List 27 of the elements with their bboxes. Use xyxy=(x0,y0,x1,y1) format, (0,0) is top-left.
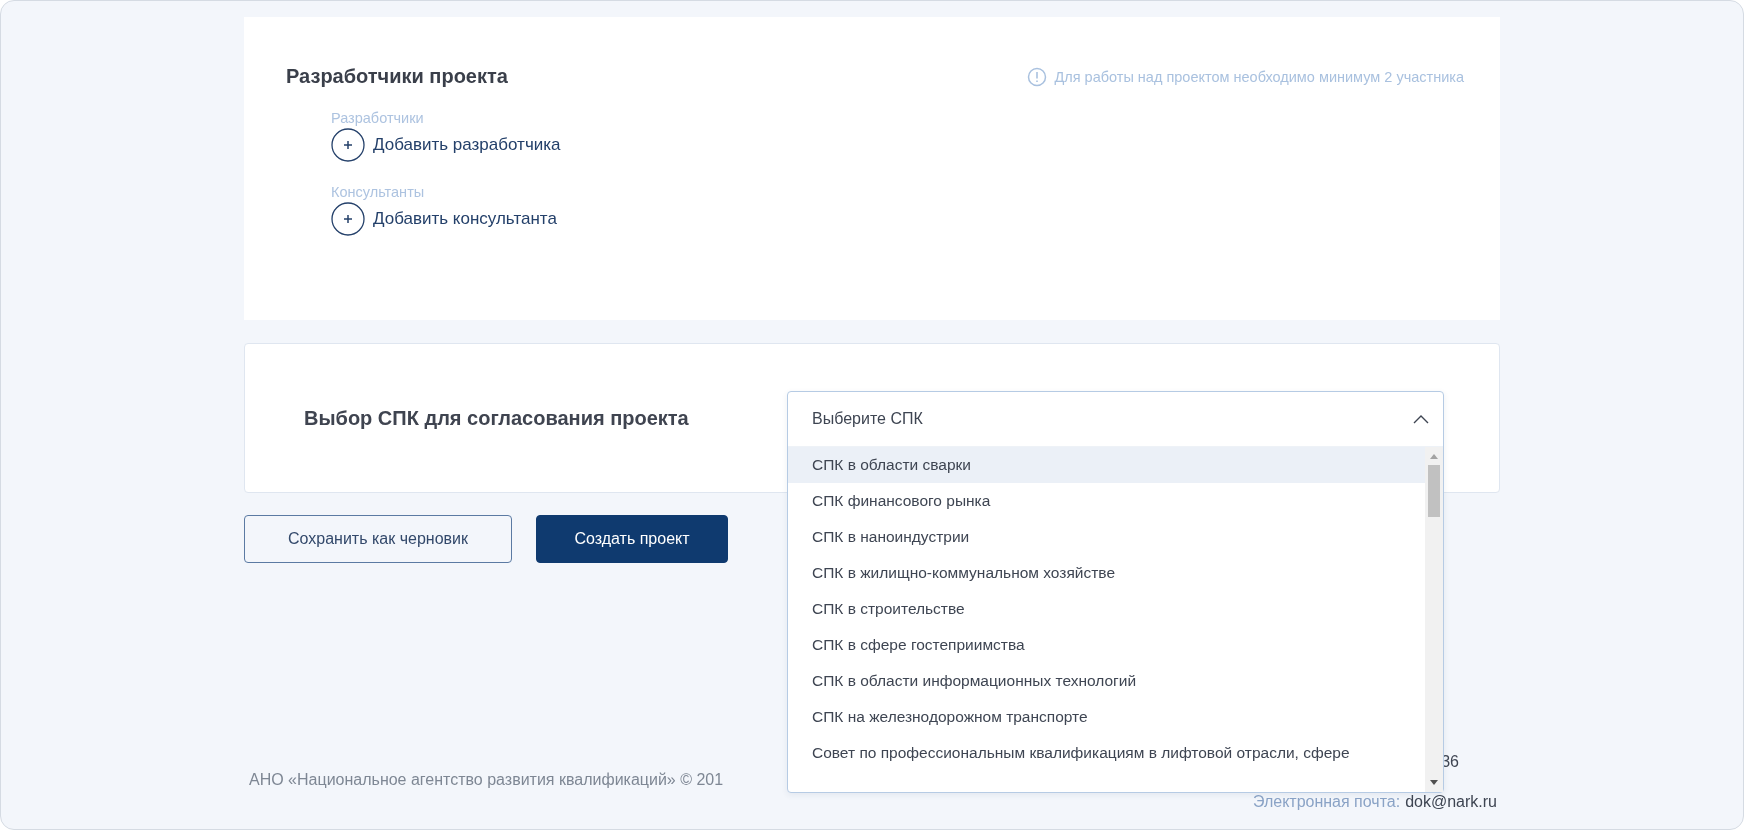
select-dropdown[interactable] xyxy=(787,391,1444,793)
copyright-text: АНО «Национальное агентство развития квалификаций» © 201 xyxy=(249,771,724,790)
plus-icon xyxy=(331,202,365,236)
dropdown-option[interactable]: СПК в области информационных технологий xyxy=(788,663,1425,699)
create-button[interactable]: Создать проект xyxy=(536,515,728,563)
dropdown-option[interactable]: СПК в наноиндустрии xyxy=(788,519,1425,555)
scrollbar[interactable] xyxy=(1425,447,1443,792)
dropdown-option[interactable]: СПК в строительстве xyxy=(788,591,1425,627)
add-button[interactable]: Добавить консультанта xyxy=(331,202,557,236)
field-label: Выбор СПК для согласования проекта xyxy=(304,406,690,430)
caret-icon xyxy=(1413,414,1429,424)
plus-icon xyxy=(331,128,365,162)
dropdown-option[interactable]: СПК финансового рынка xyxy=(788,483,1425,519)
dropdown-option[interactable]: Совет по профессиональным квалификациям в лифтовой отрасли, сфере xyxy=(788,735,1425,771)
add-button[interactable]: Добавить разработчика xyxy=(331,128,561,162)
save-draft-button[interactable]: Сохранить как черновик xyxy=(244,515,512,563)
group-label: Консультанты xyxy=(331,184,426,200)
section-title: Разработчики проекта xyxy=(286,65,508,88)
dropdown-option[interactable]: СПК в сфере гостеприимства xyxy=(788,627,1425,663)
email-link[interactable]: dok@nark.ru xyxy=(1405,793,1497,811)
dropdown-option[interactable]: СПК на железнодорожном транспорте xyxy=(788,699,1425,735)
info-icon xyxy=(1027,66,1048,87)
dropdown-option[interactable]: СПК в области сварки xyxy=(788,447,1425,483)
email-label: Электронная почта: xyxy=(1252,793,1401,811)
dropdown-option[interactable]: СПК в жилищно-коммунальном хозяйстве xyxy=(788,555,1425,591)
group-label: Разработчики xyxy=(331,110,425,126)
hint-text: Для работы над проектом необходимо минимум 2 участника xyxy=(1054,68,1464,85)
